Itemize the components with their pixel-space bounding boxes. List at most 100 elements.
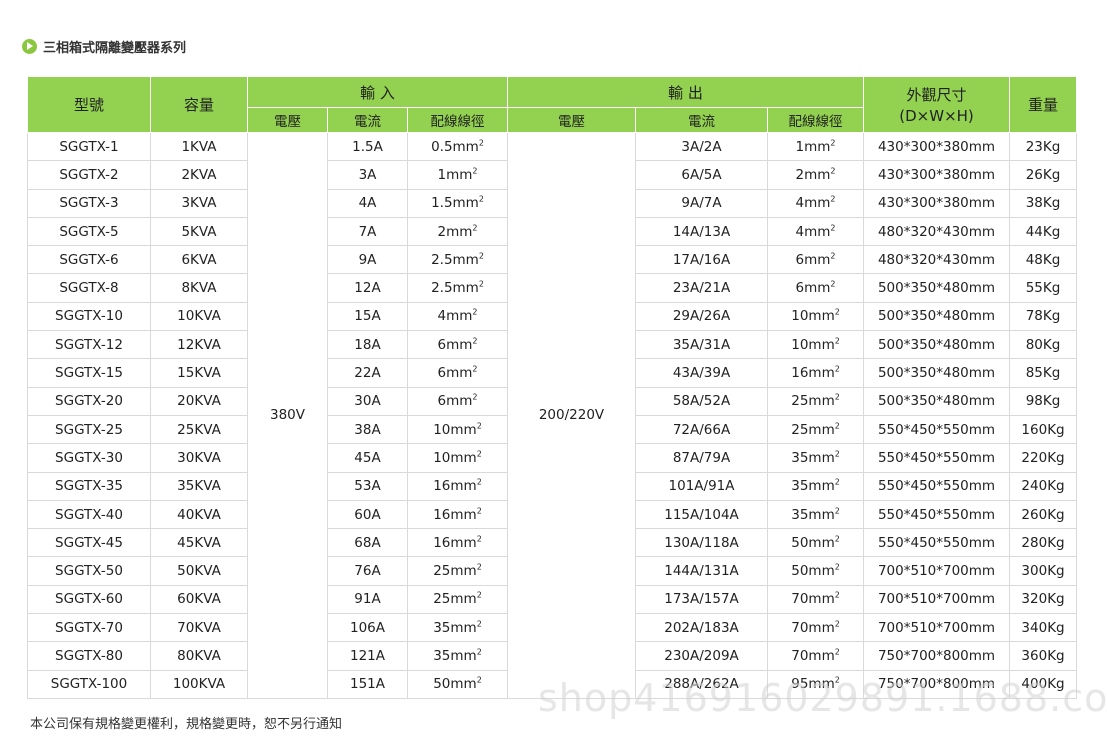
cell-output-current: 17A/16A: [635, 245, 769, 275]
cell-output-current: 14A/13A: [635, 216, 769, 247]
cell-input-current-value: 68A: [354, 534, 381, 551]
cell-output-current-value: 6A/5A: [681, 166, 722, 183]
cell-dimensions-value: 430*300*380mm: [877, 166, 996, 183]
superscript-two: 2: [476, 675, 482, 685]
cell-model-value: SGGTX-1: [59, 138, 119, 155]
cell-output-current-value: 72A/66A: [672, 421, 731, 438]
cell-weight: 80Kg: [1009, 330, 1078, 360]
superscript-two: 2: [476, 506, 482, 515]
cell-output-current: 29A/26A: [635, 301, 769, 332]
cell-weight-value: 98Kg: [1025, 393, 1061, 410]
cell-capacity: 12KVA: [150, 330, 248, 360]
cell-input-wire-value: 2.5mm: [431, 280, 479, 297]
cell-dimensions-value: 750*700*800mm: [877, 647, 996, 664]
superscript-two: 2: [830, 251, 836, 261]
cell-input-wire-value: 6mm: [437, 365, 473, 382]
cell-dimensions: 430*300*380mm: [863, 131, 1011, 162]
cell-dimensions-value: 550*450*550mm: [877, 534, 996, 551]
cell-model: SGGTX-40: [27, 499, 151, 530]
title-row: 三相箱式隔離變壓器系列: [22, 36, 186, 56]
cell-dimensions: 500*350*480mm: [863, 358, 1011, 388]
header-dimensions: 外觀尺寸 (D×W×H): [863, 76, 1011, 133]
cell-model-value: SGGTX-70: [55, 619, 123, 636]
cell-capacity-value: 3KVA: [181, 195, 217, 212]
cell-capacity: 15KVA: [150, 358, 248, 388]
superscript-two: 2: [472, 392, 478, 402]
cell-output-wire-value: 70mm: [791, 619, 835, 636]
superscript-two: 2: [834, 506, 840, 515]
cell-output-wire-value: 10mm: [791, 308, 835, 325]
cell-output-current-value: 144A/131A: [664, 563, 739, 580]
cell-output-current: 43A/39A: [635, 358, 769, 388]
header-capacity: 容量: [150, 76, 248, 133]
cell-capacity: 25KVA: [150, 414, 248, 445]
cell-output-current: 173A/157A: [635, 584, 769, 615]
cell-output-current: 58A/52A: [635, 386, 769, 416]
cell-weight-value: 360Kg: [1021, 647, 1065, 664]
cell-output-current: 72A/66A: [635, 414, 769, 445]
cell-output-current-value: 115A/104A: [664, 506, 739, 523]
cell-input-wire: 50mm2: [406, 669, 509, 699]
cell-input-current: 68A: [327, 528, 408, 558]
cell-model: SGGTX-12: [27, 330, 151, 360]
cell-output-voltage: 200/220V: [507, 132, 637, 699]
cell-weight: 360Kg: [1009, 641, 1078, 671]
cell-input-wire: 10mm2: [406, 414, 509, 445]
cell-input-current: 45A: [327, 443, 408, 473]
cell-output-wire: 35mm2: [767, 499, 865, 530]
cell-input-wire-value: 0.5mm: [431, 138, 479, 155]
cell-input-current-value: 76A: [354, 563, 381, 580]
cell-output-wire: 1mm2: [767, 131, 865, 162]
cell-input-current-value: 12A: [354, 280, 381, 297]
cell-output-wire-value: 35mm: [791, 449, 835, 466]
cell-input-current: 3A: [327, 160, 408, 190]
superscript-two: 2: [834, 477, 840, 487]
cell-dimensions: 430*300*380mm: [863, 188, 1011, 218]
cell-input-current: 7A: [327, 216, 408, 247]
cell-capacity-value: 60KVA: [177, 591, 221, 608]
cell-capacity: 8KVA: [150, 273, 248, 303]
cell-model-value: SGGTX-3: [59, 195, 119, 212]
cell-input-current-value: 106A: [349, 619, 385, 636]
superscript-two: 2: [476, 477, 482, 487]
cell-dimensions: 550*450*550mm: [863, 414, 1011, 445]
cell-input-wire: 35mm2: [406, 641, 509, 671]
cell-input-current-value: 1.5A: [352, 138, 383, 155]
cell-output-wire: 4mm2: [767, 188, 865, 218]
cell-output-current: 230A/209A: [635, 641, 769, 671]
cell-weight: 160Kg: [1009, 414, 1078, 445]
cell-input-wire: 35mm2: [406, 613, 509, 643]
cell-input-current-value: 91A: [354, 591, 381, 608]
cell-output-current: 288A/262A: [635, 669, 769, 699]
cell-weight: 55Kg: [1009, 273, 1078, 303]
cell-output-wire: 35mm2: [767, 443, 865, 473]
header-model: 型號: [27, 76, 151, 133]
cell-model: SGGTX-60: [27, 584, 151, 615]
superscript-two: 2: [472, 223, 478, 233]
cell-dimensions-value: 700*510*700mm: [877, 619, 996, 636]
cell-input-wire: 2mm2: [406, 216, 509, 247]
superscript-two: 2: [830, 166, 836, 176]
superscript-two: 2: [834, 392, 840, 402]
cell-input-voltage-value: 380V: [269, 407, 305, 424]
cell-model-value: SGGTX-25: [55, 421, 123, 438]
cell-model: SGGTX-20: [27, 386, 151, 416]
cell-output-wire-value: 4mm: [795, 195, 831, 212]
cell-model-value: SGGTX-5: [59, 223, 119, 240]
superscript-two: 2: [834, 619, 840, 629]
cell-capacity: 10KVA: [150, 301, 248, 332]
cell-output-wire: 6mm2: [767, 273, 865, 303]
cell-output-wire: 70mm2: [767, 613, 865, 643]
cell-dimensions-value: 430*300*380mm: [877, 138, 996, 155]
cell-input-current: 60A: [327, 499, 408, 530]
cell-capacity-value: 45KVA: [177, 534, 221, 551]
cell-input-wire-value: 10mm: [433, 449, 477, 466]
cell-dimensions: 700*510*700mm: [863, 613, 1011, 643]
cell-dimensions-value: 550*450*550mm: [877, 506, 996, 523]
cell-model: SGGTX-50: [27, 556, 151, 586]
cell-output-wire-value: 35mm: [791, 506, 835, 523]
cell-input-wire: 6mm2: [406, 386, 509, 416]
cell-output-wire-value: 70mm: [791, 591, 835, 608]
header-output-voltage: 電壓: [507, 107, 637, 133]
cell-input-wire: 1.5mm2: [406, 188, 509, 218]
